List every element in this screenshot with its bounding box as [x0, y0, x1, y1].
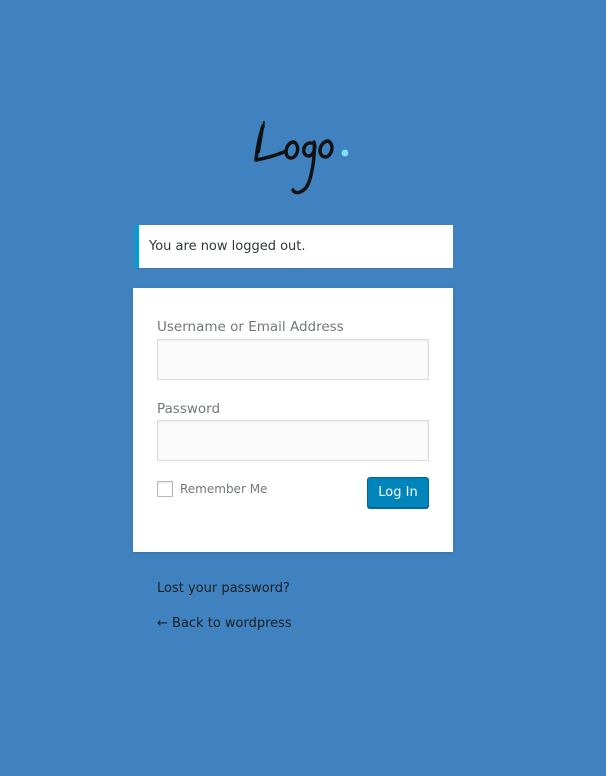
- site-logo[interactable]: [0, 108, 606, 204]
- lost-password-link[interactable]: Lost your password?: [157, 581, 290, 596]
- remember-me[interactable]: Remember Me: [157, 481, 267, 497]
- back-to-site-link[interactable]: ← Back to wordpress: [157, 616, 292, 631]
- username-input[interactable]: [157, 339, 429, 380]
- username-label: Username or Email Address: [157, 319, 344, 335]
- login-button[interactable]: Log In: [367, 477, 429, 508]
- password-input[interactable]: [157, 420, 429, 461]
- logo-icon: [254, 121, 349, 195]
- logged-out-notice: You are now logged out.: [135, 225, 453, 268]
- notice-message: You are now logged out.: [149, 239, 306, 254]
- password-label: Password: [157, 401, 221, 417]
- remember-me-checkbox[interactable]: [157, 481, 173, 497]
- remember-me-label[interactable]: Remember Me: [180, 482, 267, 496]
- login-form: Username or Email Address Password Remem…: [133, 288, 453, 552]
